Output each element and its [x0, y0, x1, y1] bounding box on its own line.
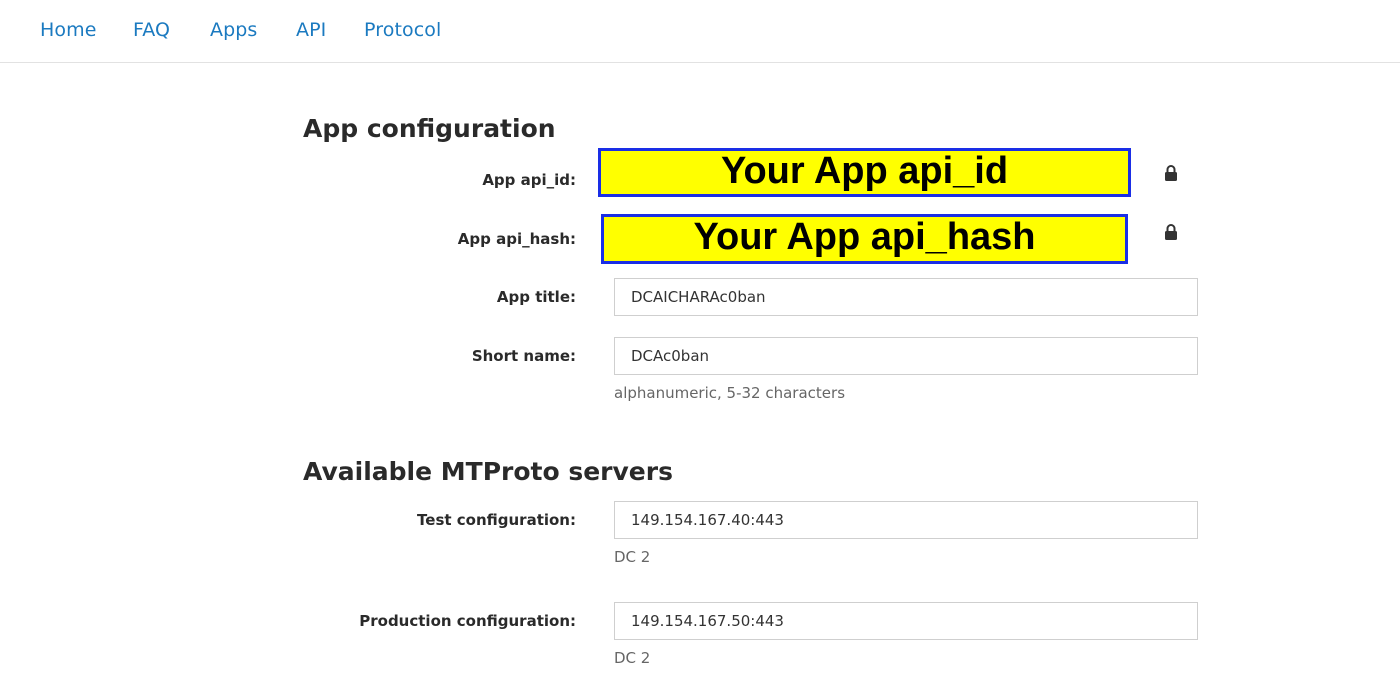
- nav-api[interactable]: API: [296, 19, 326, 41]
- api-id-label: App api_id:: [482, 171, 576, 189]
- app-title-label: App title:: [496, 288, 576, 306]
- production-config-value[interactable]: 149.154.167.50:443: [614, 602, 1198, 640]
- test-config-value[interactable]: 149.154.167.40:443: [614, 501, 1198, 539]
- short-name-help: alphanumeric, 5-32 characters: [614, 384, 846, 402]
- nav-faq[interactable]: FAQ: [133, 19, 170, 41]
- nav-home[interactable]: Home: [40, 19, 97, 41]
- test-config-dc: DC 2: [614, 548, 651, 566]
- lock-icon: [1165, 165, 1177, 181]
- nav-apps[interactable]: Apps: [210, 19, 257, 41]
- test-config-label: Test configuration:: [417, 511, 576, 529]
- production-config-label: Production configuration:: [359, 612, 576, 630]
- lock-icon: [1165, 224, 1177, 240]
- short-name-label: Short name:: [471, 347, 576, 365]
- nav-protocol[interactable]: Protocol: [364, 19, 441, 41]
- app-configuration-heading: App configuration: [303, 114, 556, 143]
- api-id-value: Your App api_id: [598, 148, 1131, 197]
- production-config-dc: DC 2: [614, 649, 651, 667]
- app-title-input[interactable]: DCAICHARAc0ban: [614, 278, 1198, 316]
- short-name-input[interactable]: DCAc0ban: [614, 337, 1198, 375]
- api-hash-value: Your App api_hash: [601, 214, 1128, 264]
- api-hash-label: App api_hash:: [457, 230, 576, 248]
- top-nav: Home FAQ Apps API Protocol: [0, 0, 1400, 63]
- mtproto-servers-heading: Available MTProto servers: [303, 457, 673, 486]
